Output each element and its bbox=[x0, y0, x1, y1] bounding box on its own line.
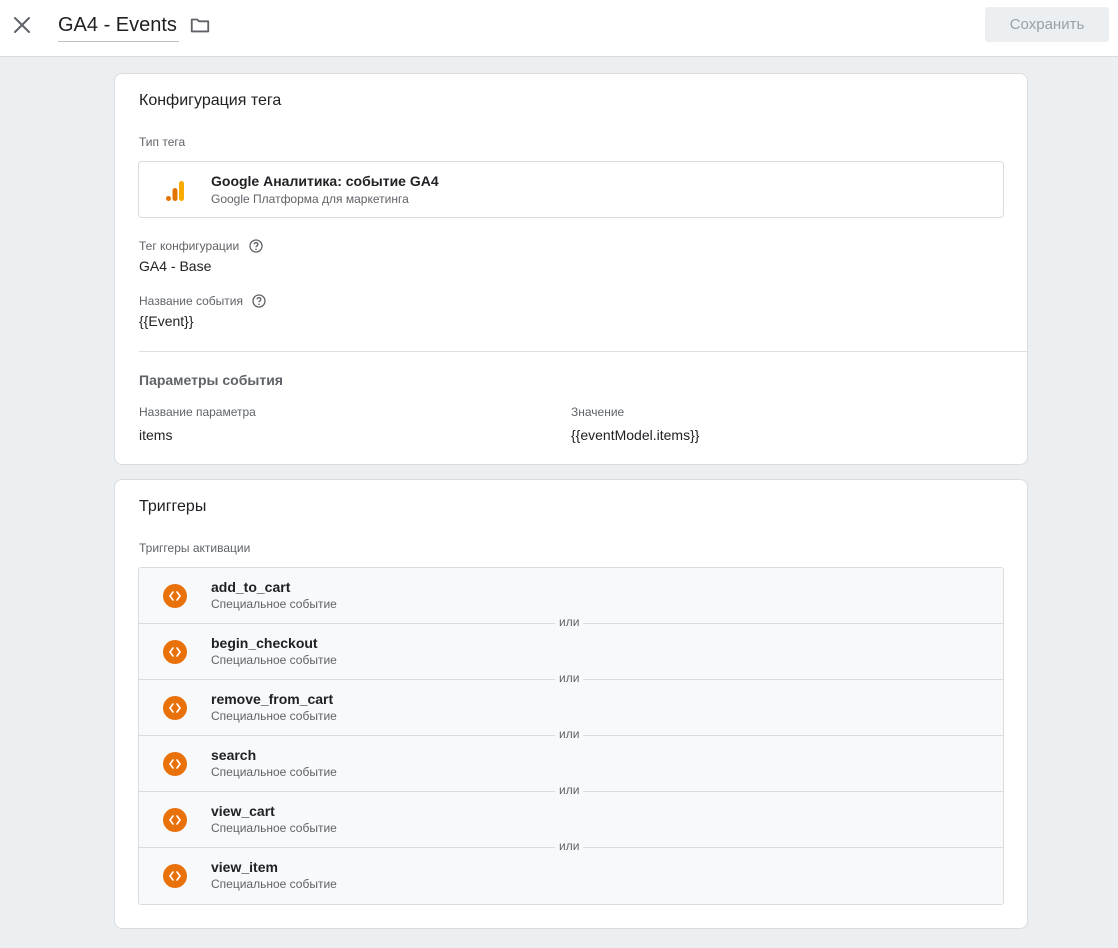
event-name-value: {{Event}} bbox=[139, 313, 194, 329]
trigger-name: begin_checkout bbox=[211, 635, 318, 651]
trigger-type: Специальное событие bbox=[211, 597, 337, 611]
param-value-header: Значение bbox=[571, 405, 625, 419]
tag-type-name: Google Аналитика: событие GA4 bbox=[211, 173, 439, 189]
section-divider bbox=[139, 351, 1027, 352]
save-button[interactable]: Сохранить bbox=[985, 7, 1109, 42]
config-tag-label-row: Тег конфигурации bbox=[139, 239, 263, 253]
trigger-list: add_to_cart Специальное событие или begi… bbox=[138, 567, 1004, 905]
trigger-type: Специальное событие bbox=[211, 709, 337, 723]
trigger-type: Специальное событие bbox=[211, 877, 337, 891]
event-name-label: Название события bbox=[139, 294, 243, 308]
trigger-type: Специальное событие bbox=[211, 653, 337, 667]
config-tag-label: Тег конфигурации bbox=[139, 239, 240, 253]
tag-configuration-card[interactable]: Конфигурация тега Тип тега Google Аналит… bbox=[114, 73, 1028, 465]
event-name-label-row: Название события bbox=[139, 294, 266, 308]
param-name-header: Название параметра bbox=[139, 405, 256, 419]
triggers-card[interactable]: Триггеры Триггеры активации add_to_cart … bbox=[114, 479, 1028, 929]
config-tag-value: GA4 - Base bbox=[139, 258, 212, 274]
help-icon[interactable] bbox=[252, 294, 266, 308]
custom-event-icon bbox=[163, 808, 187, 832]
tag-type-selector[interactable]: Google Аналитика: событие GA4 Google Пла… bbox=[138, 161, 1004, 218]
folder-icon bbox=[190, 18, 210, 33]
trigger-name: remove_from_cart bbox=[211, 691, 334, 707]
tag-type-label: Тип тега bbox=[139, 135, 186, 149]
trigger-name: view_item bbox=[211, 859, 278, 875]
tag-config-title: Конфигурация тега bbox=[139, 92, 282, 109]
close-button[interactable] bbox=[10, 13, 34, 37]
custom-event-icon bbox=[163, 640, 187, 664]
folder-button[interactable] bbox=[189, 14, 213, 38]
tag-name-title: GA4 - Events bbox=[58, 14, 177, 36]
custom-event-icon bbox=[163, 864, 187, 888]
trigger-name: view_cart bbox=[211, 803, 275, 819]
custom-event-icon bbox=[163, 696, 187, 720]
tag-type-subtitle: Google Платформа для маркетинга bbox=[211, 192, 409, 206]
trigger-name: add_to_cart bbox=[211, 579, 291, 595]
tag-name-field[interactable]: GA4 - Events bbox=[58, 12, 179, 42]
top-bar: GA4 - Events Сохранить bbox=[0, 0, 1118, 57]
help-icon[interactable] bbox=[248, 239, 263, 253]
analytics-icon bbox=[166, 181, 184, 201]
trigger-item[interactable]: view_item Специальное событие bbox=[139, 848, 1003, 904]
trigger-type: Специальное событие bbox=[211, 821, 337, 835]
custom-event-icon bbox=[163, 752, 187, 776]
triggers-title: Триггеры bbox=[139, 498, 207, 515]
close-icon bbox=[14, 17, 30, 33]
param-name: items bbox=[139, 427, 173, 443]
trigger-type: Специальное событие bbox=[211, 765, 337, 779]
event-params-title: Параметры события bbox=[139, 372, 283, 388]
custom-event-icon bbox=[163, 584, 187, 608]
trigger-name: search bbox=[211, 747, 257, 763]
firing-triggers-label: Триггеры активации bbox=[139, 541, 251, 555]
param-value: {{eventModel.items}} bbox=[571, 427, 700, 443]
